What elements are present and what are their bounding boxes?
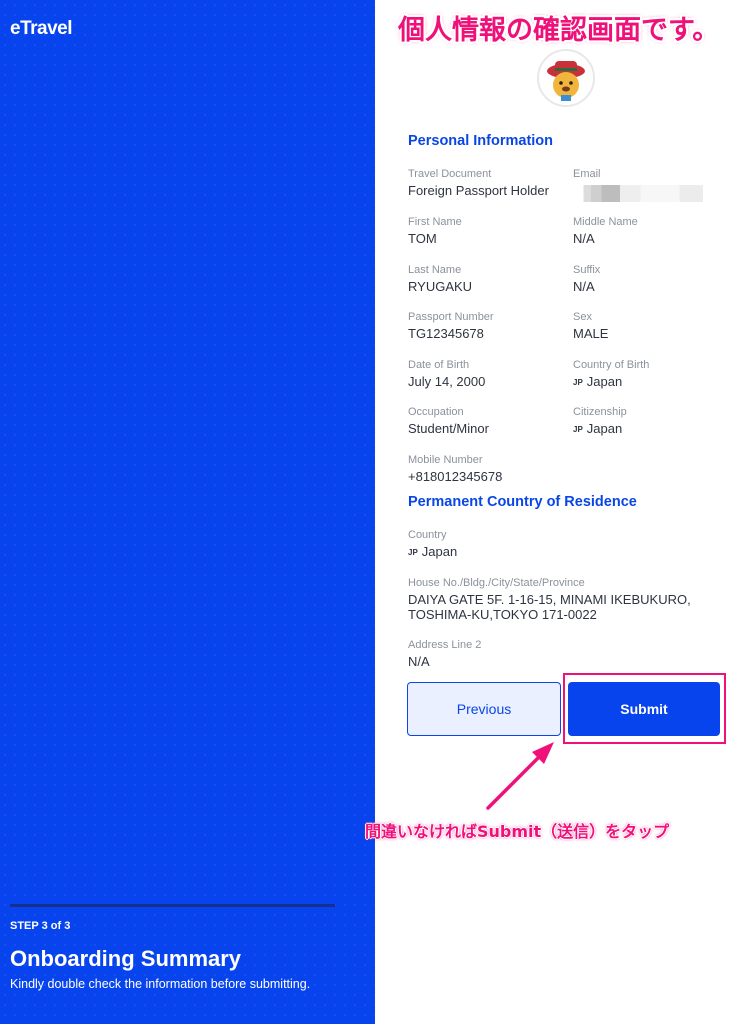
sidebar: eTravel STEP 3 of 3 Onboarding Summary K… bbox=[0, 0, 375, 1024]
address-line-2-field: Address Line 2 N/A bbox=[408, 639, 481, 669]
redacted-email-value bbox=[573, 185, 703, 202]
field-label: Date of Birth bbox=[408, 359, 470, 371]
field-value: TG12345678 bbox=[408, 326, 484, 341]
field-label: Address Line 2 bbox=[408, 639, 482, 651]
field-value: N/A bbox=[573, 279, 595, 294]
field-label: Travel Document bbox=[408, 168, 492, 180]
step-label: STEP 3 of 3 bbox=[10, 920, 71, 932]
field-label: Suffix bbox=[573, 264, 601, 276]
first-name-field: First Name TOM bbox=[408, 216, 462, 246]
field-label: First Name bbox=[408, 216, 462, 228]
mobile-number-field: Mobile Number +818012345678 bbox=[408, 454, 502, 484]
last-name-field: Last Name RYUGAKU bbox=[408, 264, 472, 294]
field-value: TOM bbox=[408, 231, 437, 246]
middle-name-field: Middle Name N/A bbox=[573, 216, 638, 246]
date-of-birth-field: Date of Birth July 14, 2000 bbox=[408, 359, 485, 389]
field-value: DAIYA GATE 5F. 1-16-15, MINAMI IKEBUKURO… bbox=[408, 592, 691, 622]
jp-flag-icon: JP bbox=[573, 378, 583, 387]
annotation-title: 個人情報の確認画面です。 bbox=[398, 15, 720, 46]
jp-flag-icon: JP bbox=[408, 548, 418, 557]
field-value: Student/Minor bbox=[408, 421, 489, 436]
citizenship-field: Citizenship JP Japan bbox=[573, 406, 627, 436]
submit-highlight-box bbox=[563, 673, 726, 744]
previous-button[interactable]: Previous bbox=[407, 682, 561, 736]
address-field: House No./Bldg./City/State/Province DAIY… bbox=[408, 577, 708, 622]
field-label: Last Name bbox=[408, 264, 462, 276]
mascot-avatar bbox=[537, 49, 595, 107]
passport-number-field: Passport Number TG12345678 bbox=[408, 311, 494, 341]
field-value: +818012345678 bbox=[408, 469, 503, 484]
field-value: MALE bbox=[573, 326, 609, 341]
field-label: Citizenship bbox=[573, 406, 627, 418]
email-field: Email bbox=[573, 168, 703, 205]
field-label: Mobile Number bbox=[408, 454, 483, 466]
residence-heading: Permanent Country of Residence bbox=[408, 494, 637, 510]
field-label: Country bbox=[408, 529, 447, 541]
etravel-logo: eTravel bbox=[10, 18, 73, 39]
field-label: Middle Name bbox=[573, 216, 638, 228]
sex-field: Sex MALE bbox=[573, 311, 608, 341]
field-label: Occupation bbox=[408, 406, 464, 418]
step-description: Kindly double check the information befo… bbox=[10, 977, 311, 991]
field-label: Email bbox=[573, 168, 601, 180]
arrow-icon bbox=[486, 742, 554, 810]
suffix-field: Suffix N/A bbox=[573, 264, 600, 294]
field-value: RYUGAKU bbox=[408, 279, 473, 294]
field-value: N/A bbox=[573, 231, 595, 246]
field-value: N/A bbox=[408, 654, 430, 669]
country-of-birth-field: Country of Birth JP Japan bbox=[573, 359, 649, 389]
field-label: Passport Number bbox=[408, 311, 494, 323]
field-value: Japan bbox=[586, 374, 623, 389]
field-label: Sex bbox=[573, 311, 592, 323]
progress-bar bbox=[10, 904, 335, 907]
field-value: July 14, 2000 bbox=[408, 374, 486, 389]
personal-info-heading: Personal Information bbox=[408, 133, 554, 149]
annotation-note: 間違いなければSubmit（送信）をタップ bbox=[365, 822, 670, 841]
travel-document-field: Travel Document Foreign Passport Holder bbox=[408, 168, 549, 198]
occupation-field: Occupation Student/Minor bbox=[408, 406, 489, 436]
jp-flag-icon: JP bbox=[573, 425, 583, 434]
field-value: Japan bbox=[586, 421, 623, 436]
field-value: Foreign Passport Holder bbox=[408, 183, 549, 198]
field-value: Japan bbox=[421, 544, 458, 559]
field-label: House No./Bldg./City/State/Province bbox=[408, 577, 585, 589]
residence-country-field: Country JP Japan bbox=[408, 529, 457, 559]
step-title: Onboarding Summary bbox=[10, 946, 242, 971]
field-label: Country of Birth bbox=[573, 359, 650, 371]
